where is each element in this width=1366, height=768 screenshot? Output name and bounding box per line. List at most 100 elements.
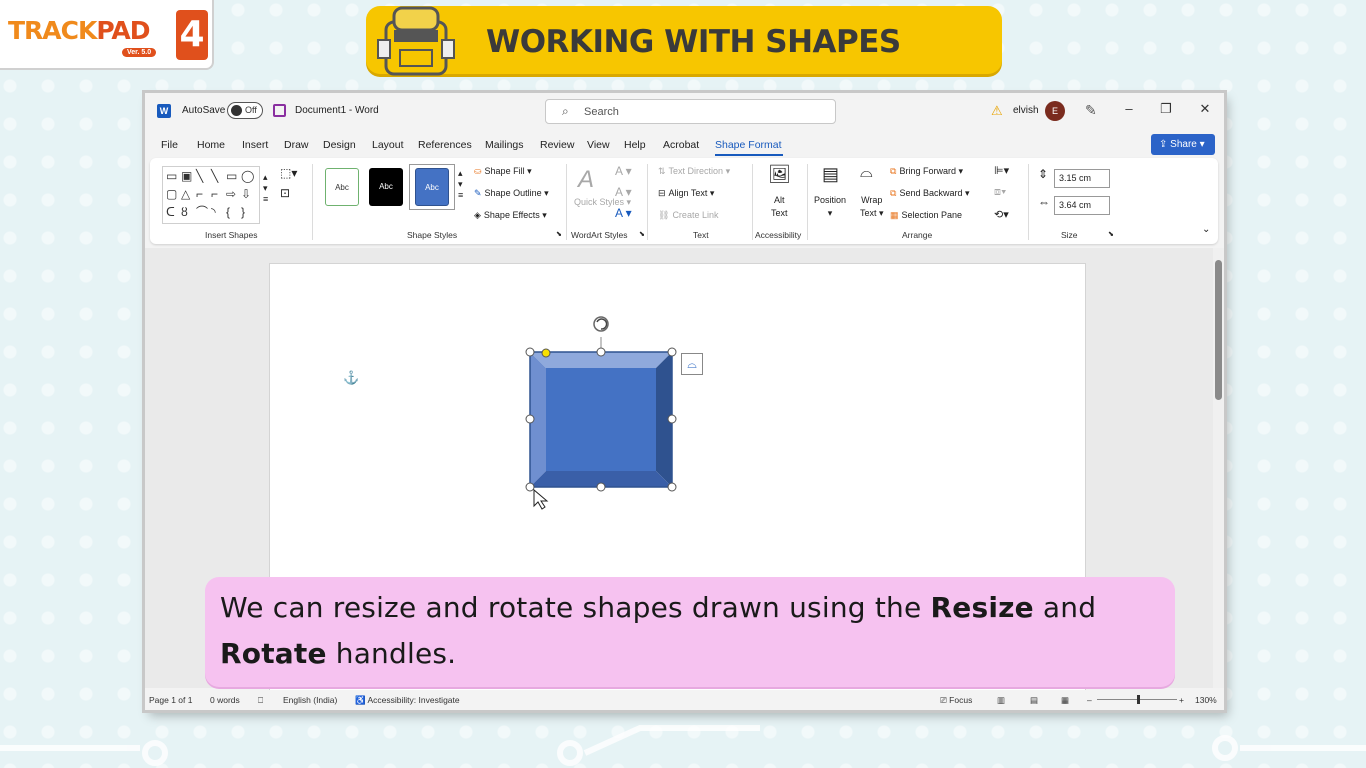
close-icon[interactable]: ✕ xyxy=(1195,101,1215,117)
tab-home[interactable]: Home xyxy=(197,139,225,151)
position-button[interactable]: Position ▾ xyxy=(814,194,846,220)
right-arrow-shape-icon[interactable]: ⇨ xyxy=(226,188,236,200)
selection-pane-button[interactable]: ▦ Selection Pane xyxy=(890,210,962,221)
web-layout-icon[interactable]: ▦ xyxy=(1061,695,1069,706)
tab-draw[interactable]: Draw xyxy=(284,139,309,151)
alt-text-button[interactable]: Alt Text xyxy=(771,194,788,220)
size-launcher-icon[interactable]: ⬊ xyxy=(1108,230,1114,238)
zoom-level[interactable]: 130% xyxy=(1195,695,1217,705)
user-name[interactable]: elvish xyxy=(1013,105,1039,116)
pen-icon[interactable]: ✎ xyxy=(1085,102,1097,119)
tab-mailings[interactable]: Mailings xyxy=(485,139,524,151)
tab-review[interactable]: Review xyxy=(540,139,574,151)
print-layout-icon[interactable]: ▤ xyxy=(1030,695,1038,706)
page-count[interactable]: Page 1 of 1 xyxy=(149,695,192,705)
styles-scroll-icon[interactable]: ▴ ▾ ≡ xyxy=(458,168,463,200)
textbox-shape-icon[interactable]: ▣ xyxy=(181,170,192,182)
draw-textbox-icon[interactable]: ⊡ xyxy=(280,186,290,200)
scribble-shape-icon[interactable]: ȣ xyxy=(181,206,188,218)
shape-effects-button[interactable]: ◈ Shape Effects ▾ xyxy=(474,210,547,221)
line-shape-icon[interactable]: ╲ xyxy=(196,170,203,182)
resize-handle-bottom-right[interactable] xyxy=(667,482,677,492)
zoom-out-icon[interactable]: – xyxy=(1087,695,1092,705)
rect-shape-icon[interactable]: ▭ xyxy=(226,170,237,182)
language[interactable]: English (India) xyxy=(283,695,337,705)
brace-left-shape-icon[interactable]: { xyxy=(226,206,230,218)
tab-insert[interactable]: Insert xyxy=(242,139,268,151)
triangle-shape-icon[interactable]: △ xyxy=(181,188,190,200)
shape-height-field[interactable]: 3.15 cm xyxy=(1054,169,1110,188)
logo-version: Ver. 5.0 xyxy=(122,48,157,57)
tab-file[interactable]: File xyxy=(161,139,178,151)
minimize-icon[interactable]: – xyxy=(1119,101,1139,116)
resize-handle-left[interactable] xyxy=(525,414,535,424)
proofing-icon[interactable]: ⎕ xyxy=(258,695,263,706)
wordart-launcher-icon[interactable]: ⬊ xyxy=(639,230,645,238)
tab-design[interactable]: Design xyxy=(323,139,356,151)
shape-style-blue[interactable]: Abc xyxy=(415,168,449,206)
collapse-ribbon-icon[interactable]: ⌄ xyxy=(1202,224,1210,235)
shape-outline-button[interactable]: ✎ Shape Outline ▾ xyxy=(474,188,549,199)
tab-shape-format[interactable]: Shape Format xyxy=(715,139,782,151)
tab-layout[interactable]: Layout xyxy=(372,139,404,151)
wrap-text-button[interactable]: Wrap Text ▾ xyxy=(860,194,884,220)
tab-view[interactable]: View xyxy=(587,139,610,151)
shape-fill-button[interactable]: ⛀ Shape Fill ▾ xyxy=(474,166,532,177)
shape-width-field[interactable]: 3.64 cm xyxy=(1054,196,1110,215)
rounded-rect-shape-icon[interactable]: ▢ xyxy=(166,188,177,200)
zoom-in-icon[interactable]: + xyxy=(1179,695,1184,705)
down-arrow-shape-icon[interactable]: ⇩ xyxy=(241,188,251,200)
warning-icon[interactable]: ⚠ xyxy=(991,103,1003,119)
share-button[interactable]: ⇪ Share ▾ xyxy=(1151,134,1215,155)
tab-acrobat[interactable]: Acrobat xyxy=(663,139,699,151)
shape-styles-launcher-icon[interactable]: ⬊ xyxy=(556,230,562,238)
zoom-slider-thumb[interactable] xyxy=(1137,695,1140,704)
rectangle-shape-icon[interactable]: ▭ xyxy=(166,170,177,182)
position-icon[interactable]: ▤ xyxy=(822,164,839,185)
tab-references[interactable]: References xyxy=(418,139,472,151)
shape-style-outline[interactable]: Abc xyxy=(325,168,359,206)
resize-handle-top-left[interactable] xyxy=(525,347,535,357)
freeform-shape-icon[interactable]: ᑕ xyxy=(166,206,175,218)
accessibility-status[interactable]: ♿ Accessibility: Investigate xyxy=(355,695,460,706)
align-objects-icon[interactable]: ⊫▾ xyxy=(994,164,1009,177)
shapes-gallery[interactable]: ▭ ▣ ╲ ╲ ▭ ◯ ▢ △ ⌐ ⌐ ⇨ ⇩ ᑕ ȣ ⌒ ◝ { } xyxy=(162,166,260,224)
alt-text-icon[interactable]: 🖼 xyxy=(768,164,791,185)
autosave-toggle[interactable]: Off xyxy=(227,102,263,119)
selected-shape[interactable] xyxy=(520,310,720,510)
tab-help[interactable]: Help xyxy=(624,139,646,151)
brace-right-shape-icon[interactable]: } xyxy=(241,206,245,218)
send-backward-button[interactable]: ⧉ Send Backward ▾ xyxy=(890,188,970,199)
caption-box: We can resize and rotate shapes drawn us… xyxy=(205,577,1175,687)
elbow-connector-icon[interactable]: ⌐ xyxy=(211,188,218,200)
vertical-scrollbar[interactable] xyxy=(1213,248,1224,688)
resize-handle-right[interactable] xyxy=(667,414,677,424)
wrap-text-icon[interactable]: ⌓ xyxy=(860,164,873,182)
resize-handle-bottom[interactable] xyxy=(596,482,606,492)
rotate-objects-icon[interactable]: ⟲▾ xyxy=(994,208,1009,221)
text-effects-icon[interactable]: A ▾ xyxy=(615,206,632,220)
align-text-button[interactable]: ⊟ Align Text ▾ xyxy=(658,188,714,199)
oval-shape-icon[interactable]: ◯ xyxy=(241,170,254,182)
edit-shape-icon[interactable]: ⬚▾ xyxy=(280,166,297,180)
save-icon[interactable] xyxy=(273,104,286,117)
curve-shape-icon[interactable]: ⌒ xyxy=(196,206,208,218)
avatar[interactable]: E xyxy=(1045,101,1065,121)
restore-icon[interactable]: ❐ xyxy=(1156,101,1176,117)
gallery-scroll-icon[interactable]: ▴ ▾ ≡ xyxy=(263,172,268,204)
connector-shape-icon[interactable]: ⌐ xyxy=(196,188,203,200)
layout-options-icon[interactable]: ⌓ xyxy=(681,353,703,375)
adjust-handle[interactable] xyxy=(541,348,551,358)
focus-button[interactable]: ⎚ Focus xyxy=(940,695,972,706)
arc-shape-icon[interactable]: ◝ xyxy=(211,206,216,218)
read-mode-icon[interactable]: ▥ xyxy=(997,695,1005,706)
resize-handle-top[interactable] xyxy=(596,347,606,357)
word-count[interactable]: 0 words xyxy=(210,695,240,705)
bring-forward-button[interactable]: ⧉ Bring Forward ▾ xyxy=(890,166,963,177)
resize-handle-top-right[interactable] xyxy=(667,347,677,357)
shape-style-black[interactable]: Abc xyxy=(369,168,403,206)
search-box[interactable]: ⌕ Search xyxy=(545,99,836,124)
line-shape-icon-2[interactable]: ╲ xyxy=(211,170,218,182)
scrollbar-thumb[interactable] xyxy=(1215,260,1222,400)
resize-handle-bottom-left[interactable] xyxy=(525,482,535,492)
